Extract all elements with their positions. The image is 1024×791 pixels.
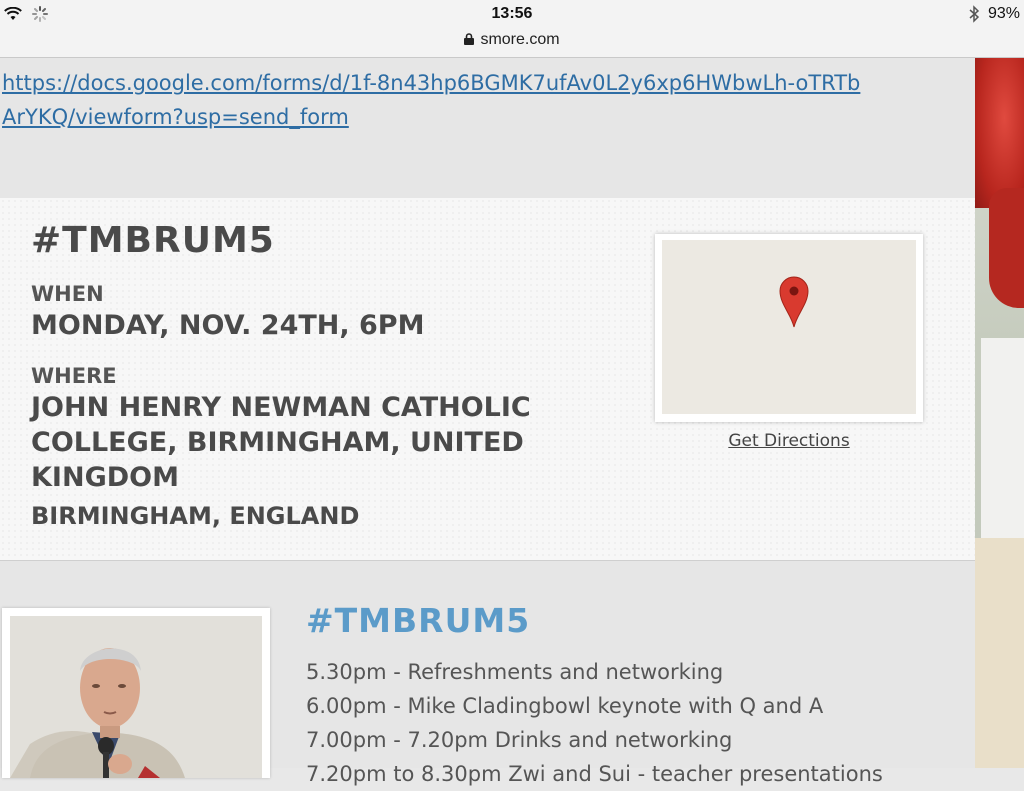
event-details-card: #TMBRUM5 WHEN MONDAY, NOV. 24TH, 6PM WHE… (0, 198, 975, 561)
event-title: #TMBRUM5 (31, 220, 275, 261)
speaker-photo-frame (2, 608, 270, 778)
where-label: WHERE (31, 364, 117, 388)
speaker-photo (10, 616, 262, 778)
status-right: 93% (968, 5, 1020, 23)
agenda-section: #TMBRUM5 5.30pm - Refreshments and netwo… (0, 561, 975, 786)
when-value: MONDAY, NOV. 24TH, 6PM (31, 310, 425, 341)
map-pin-icon[interactable] (779, 276, 809, 328)
event-city: BIRMINGHAM, ENGLAND (31, 502, 360, 530)
lock-icon (464, 32, 475, 45)
map-canvas[interactable] (662, 240, 916, 414)
agenda-item: 7.20pm to 8.30pm Zwi and Sui - teacher p… (306, 762, 883, 786)
agenda-title: #TMBRUM5 (306, 601, 531, 640)
address-bar[interactable]: smore.com (0, 31, 1024, 49)
background-image-strip (975, 58, 1024, 768)
bluetooth-icon (969, 5, 980, 23)
link-section: https://docs.google.com/forms/d/1f-8n43h… (0, 58, 975, 198)
where-value: JOHN HENRY NEWMAN CATHOLIC COLLEGE, BIRM… (31, 392, 531, 493)
agenda-item: 6.00pm - Mike Cladingbowl keynote with Q… (306, 694, 824, 718)
agenda-item: 5.30pm - Refreshments and networking (306, 660, 724, 684)
status-bar: 13:56 smore.com 93% (0, 0, 1024, 58)
battery-text: 93% (987, 5, 1020, 22)
when-label: WHEN (31, 282, 104, 306)
agenda-item: 7.00pm - 7.20pm Drinks and networking (306, 728, 733, 752)
clock: 13:56 (491, 5, 533, 22)
google-form-link[interactable]: https://docs.google.com/forms/d/1f-8n43h… (2, 66, 862, 134)
url-text[interactable]: smore.com (480, 31, 559, 48)
location-map[interactable] (655, 234, 923, 422)
get-directions-link[interactable]: Get Directions (655, 431, 923, 451)
agenda-list: 5.30pm - Refreshments and networking 6.0… (306, 655, 883, 791)
